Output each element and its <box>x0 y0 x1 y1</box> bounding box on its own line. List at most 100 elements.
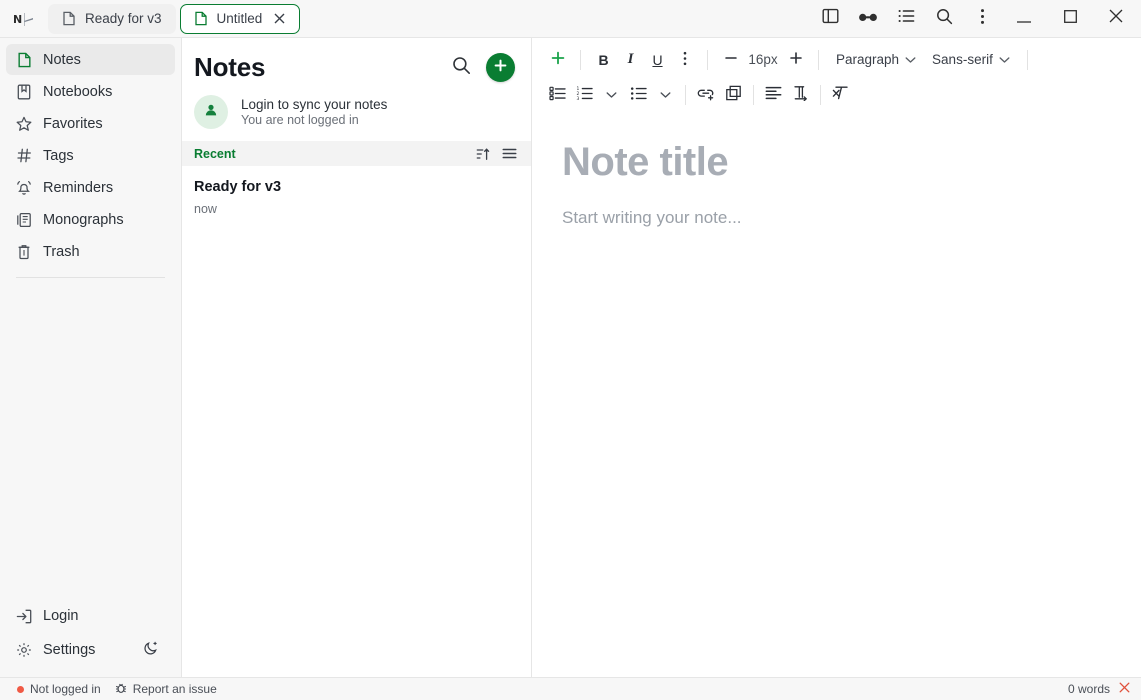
text-direction-button[interactable] <box>787 81 814 108</box>
list-item[interactable]: Ready for v3 now <box>182 166 531 228</box>
numbered-list-options-button[interactable] <box>598 81 625 108</box>
toolbar-divider <box>580 50 581 70</box>
bullet-list-button[interactable] <box>625 81 652 108</box>
bold-button[interactable]: B <box>590 46 617 73</box>
note-icon <box>16 52 32 68</box>
sync-text: Login to sync your notes You are not log… <box>241 97 387 127</box>
plus-icon <box>789 51 803 68</box>
sidebar-item-notes[interactable]: Notes <box>6 44 175 75</box>
sidebar-item-favorites[interactable]: Favorites <box>6 108 175 139</box>
sidebar-item-trash[interactable]: Trash <box>6 236 175 267</box>
sidebar-panel-icon <box>822 8 839 29</box>
sync-login-prompt[interactable]: Login to sync your notes You are not log… <box>182 89 531 141</box>
paragraph-style-label: Paragraph <box>836 52 899 67</box>
report-issue-button[interactable]: Report an issue <box>108 679 224 700</box>
underline-button[interactable]: U <box>644 46 671 73</box>
sync-title: Login to sync your notes <box>241 97 387 112</box>
notes-search-button[interactable] <box>448 55 474 81</box>
sidebar-nav: Notes Notebooks <box>0 44 181 267</box>
report-issue-label: Report an issue <box>133 682 217 696</box>
plus-icon <box>550 50 566 69</box>
sidebar-item-monographs[interactable]: Monographs <box>6 204 175 235</box>
notes-list-header: Notes <box>182 38 531 89</box>
toolbar-divider <box>818 50 819 70</box>
close-window-button[interactable] <box>1093 0 1139 38</box>
toolbar-divider <box>685 85 686 105</box>
add-note-button[interactable] <box>486 53 515 82</box>
status-right-group: 0 words <box>1068 679 1135 700</box>
sidebar-settings-label: Settings <box>43 642 95 658</box>
glasses-icon <box>858 10 878 28</box>
sidebar: Notes Notebooks <box>0 38 182 677</box>
sidebar-item-notebooks[interactable]: Notebooks <box>6 76 175 107</box>
status-close-button[interactable] <box>1114 679 1135 700</box>
close-icon[interactable] <box>273 12 286 25</box>
link-add-icon <box>697 86 715 104</box>
copy-blocks-icon <box>725 85 742 104</box>
tab-untitled[interactable]: Untitled <box>180 4 301 34</box>
sidebar-item-label: Monographs <box>43 212 124 228</box>
focus-mode-button[interactable] <box>849 0 887 38</box>
notebook-icon <box>16 84 32 100</box>
chevron-down-icon <box>905 51 916 69</box>
sidebar-item-tags[interactable]: Tags <box>6 140 175 171</box>
maximize-window-button[interactable] <box>1047 0 1093 38</box>
list-icon <box>898 9 915 28</box>
gear-icon <box>16 642 32 658</box>
insert-block-button[interactable] <box>544 46 571 73</box>
underline-icon: U <box>652 52 662 68</box>
sidebar-settings-button[interactable]: Settings <box>6 633 175 667</box>
numbered-list-button[interactable]: 1 2 3 <box>571 81 598 108</box>
sidebar-login-button[interactable]: Login <box>6 599 175 633</box>
search-button[interactable] <box>925 0 963 38</box>
italic-button[interactable]: I <box>617 46 644 73</box>
word-count-label: 0 words <box>1068 682 1110 696</box>
toolbar-divider <box>820 85 821 105</box>
sidebar-item-reminders[interactable]: Reminders <box>6 172 175 203</box>
toolbar-divider <box>1027 50 1028 70</box>
title-bar: N Ready for v3 Untitl <box>0 0 1141 38</box>
notes-list-pane: Notes <box>182 38 532 677</box>
editor-pane: B I U <box>532 38 1141 677</box>
tab-ready-for-v3[interactable]: Ready for v3 <box>48 4 176 34</box>
sidebar-item-label: Trash <box>43 244 80 260</box>
checklist-button[interactable] <box>544 81 571 108</box>
group-label: Recent <box>194 147 236 161</box>
compact-list-icon[interactable] <box>500 145 518 163</box>
note-title-input[interactable]: Note title <box>562 140 1141 184</box>
more-formatting-button[interactable] <box>671 46 698 73</box>
window-actions <box>811 0 1141 38</box>
minus-icon <box>724 52 738 67</box>
align-left-button[interactable] <box>760 81 787 108</box>
paragraph-style-dropdown[interactable]: Paragraph <box>828 46 924 73</box>
maximize-icon <box>1064 10 1077 28</box>
tab-label: Ready for v3 <box>85 11 162 26</box>
sidebar-item-label: Notes <box>43 52 81 68</box>
insert-embed-button[interactable] <box>720 81 747 108</box>
font-family-dropdown[interactable]: Sans-serif <box>924 46 1018 73</box>
minimize-window-button[interactable] <box>1001 0 1047 38</box>
star-icon <box>16 116 32 132</box>
increase-font-size-button[interactable] <box>782 46 809 73</box>
svg-text:3: 3 <box>577 96 580 101</box>
clear-formatting-button[interactable] <box>827 81 854 108</box>
insert-link-button[interactable] <box>692 81 720 108</box>
note-item-title: Ready for v3 <box>194 179 517 195</box>
italic-icon: I <box>628 51 634 68</box>
toggle-sidebar-button[interactable] <box>811 0 849 38</box>
chevron-down-icon <box>999 51 1010 69</box>
status-login-state[interactable]: Not logged in <box>10 679 108 700</box>
note-body-input[interactable]: Start writing your note... <box>562 208 1141 228</box>
chevron-down-icon <box>660 87 671 102</box>
sync-subtitle: You are not logged in <box>241 113 387 127</box>
sort-ascending-icon[interactable] <box>474 145 492 163</box>
bullet-list-options-button[interactable] <box>652 81 679 108</box>
more-options-button[interactable] <box>963 0 1001 38</box>
table-of-contents-button[interactable] <box>887 0 925 38</box>
page-title: Notes <box>194 52 265 83</box>
decrease-font-size-button[interactable] <box>717 46 744 73</box>
kebab-menu-icon <box>683 51 687 69</box>
font-size-value[interactable]: 16px <box>744 52 782 67</box>
editor-toolbar-row-1: B I U <box>532 42 1141 77</box>
theme-toggle-button[interactable] <box>137 637 165 663</box>
